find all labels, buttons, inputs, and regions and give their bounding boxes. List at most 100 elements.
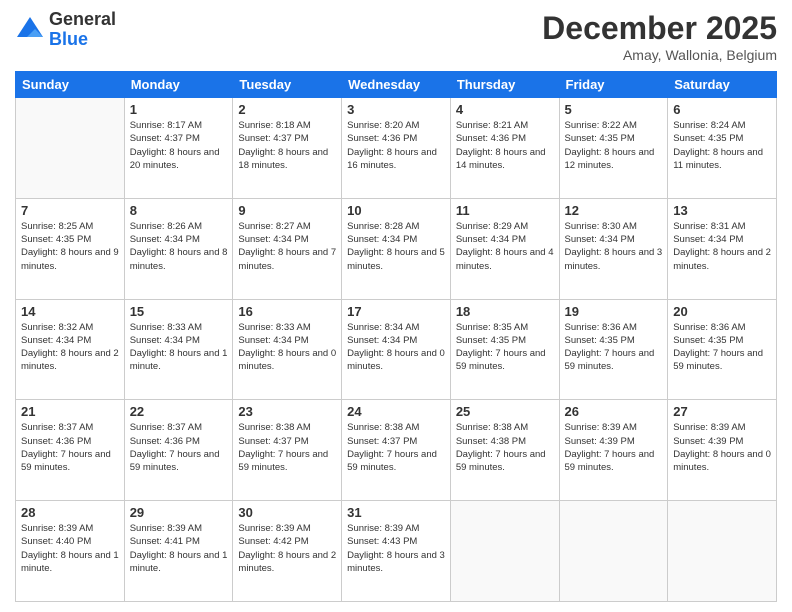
col-tuesday: Tuesday bbox=[233, 72, 342, 98]
day-cell bbox=[559, 501, 668, 602]
month-title: December 2025 bbox=[542, 10, 777, 47]
header: General Blue December 2025 Amay, Walloni… bbox=[15, 10, 777, 63]
day-cell: 14Sunrise: 8:32 AMSunset: 4:34 PMDayligh… bbox=[16, 299, 125, 400]
day-number: 25 bbox=[456, 404, 554, 419]
day-info: Sunrise: 8:36 AMSunset: 4:35 PMDaylight:… bbox=[673, 321, 771, 374]
day-number: 7 bbox=[21, 203, 119, 218]
day-number: 5 bbox=[565, 102, 663, 117]
day-info: Sunrise: 8:38 AMSunset: 4:38 PMDaylight:… bbox=[456, 421, 554, 474]
day-cell: 15 Sunrise: 8:33 AMSunset: 4:34 PMDayligh… bbox=[124, 299, 233, 400]
day-cell: 16 Sunrise: 8:33 AMSunset: 4:34 PMDayligh… bbox=[233, 299, 342, 400]
day-info: Sunrise: 8:35 AMSunset: 4:35 PMDaylight:… bbox=[456, 321, 554, 374]
day-cell: 28 Sunrise: 8:39 AMSunset: 4:40 PMDayligh… bbox=[16, 501, 125, 602]
day-number: 27 bbox=[673, 404, 771, 419]
day-number: 11 bbox=[456, 203, 554, 218]
day-info: Sunrise: 8:36 AMSunset: 4:35 PMDaylight:… bbox=[565, 321, 663, 374]
day-info: Sunrise: 8:39 AMSunset: 4:40 PMDaylight:… bbox=[21, 522, 119, 575]
day-number: 20 bbox=[673, 304, 771, 319]
day-number: 16 bbox=[238, 304, 336, 319]
col-saturday: Saturday bbox=[668, 72, 777, 98]
day-info: Sunrise: 8:39 AMSunset: 4:43 PMDaylight:… bbox=[347, 522, 445, 575]
day-number: 22 bbox=[130, 404, 228, 419]
col-friday: Friday bbox=[559, 72, 668, 98]
day-info: Sunrise: 8:26 AMSunset: 4:34 PMDaylight:… bbox=[130, 220, 228, 273]
day-info: Sunrise: 8:31 AMSunset: 4:34 PMDaylight:… bbox=[673, 220, 771, 273]
day-number: 17 bbox=[347, 304, 445, 319]
day-cell: 19 Sunrise: 8:36 AMSunset: 4:35 PMDayligh… bbox=[559, 299, 668, 400]
day-number: 14 bbox=[21, 304, 119, 319]
day-info: Sunrise: 8:39 AMSunset: 4:41 PMDaylight:… bbox=[130, 522, 228, 575]
week-row-0: 1Sunrise: 8:17 AMSunset: 4:37 PMDaylight… bbox=[16, 98, 777, 199]
day-number: 23 bbox=[238, 404, 336, 419]
day-info: Sunrise: 8:34 AMSunset: 4:34 PMDaylight:… bbox=[347, 321, 445, 374]
day-info: Sunrise: 8:27 AMSunset: 4:34 PMDaylight:… bbox=[238, 220, 336, 273]
day-info: Sunrise: 8:28 AMSunset: 4:34 PMDaylight:… bbox=[347, 220, 445, 273]
logo-text: General Blue bbox=[49, 10, 116, 50]
day-cell: 4Sunrise: 8:21 AMSunset: 4:36 PMDaylight… bbox=[450, 98, 559, 199]
day-cell: 24 Sunrise: 8:38 AMSunset: 4:37 PMDayligh… bbox=[342, 400, 451, 501]
day-number: 24 bbox=[347, 404, 445, 419]
day-number: 18 bbox=[456, 304, 554, 319]
title-block: December 2025 Amay, Wallonia, Belgium bbox=[542, 10, 777, 63]
day-cell: 9Sunrise: 8:27 AMSunset: 4:34 PMDaylight… bbox=[233, 198, 342, 299]
day-cell: 21Sunrise: 8:37 AMSunset: 4:36 PMDayligh… bbox=[16, 400, 125, 501]
logo-icon bbox=[15, 15, 45, 45]
page-container: General Blue December 2025 Amay, Walloni… bbox=[0, 0, 792, 612]
day-cell: 18 Sunrise: 8:35 AMSunset: 4:35 PMDayligh… bbox=[450, 299, 559, 400]
col-wednesday: Wednesday bbox=[342, 72, 451, 98]
day-number: 28 bbox=[21, 505, 119, 520]
day-number: 3 bbox=[347, 102, 445, 117]
day-number: 21 bbox=[21, 404, 119, 419]
day-cell: 13Sunrise: 8:31 AMSunset: 4:34 PMDayligh… bbox=[668, 198, 777, 299]
day-cell: 25 Sunrise: 8:38 AMSunset: 4:38 PMDayligh… bbox=[450, 400, 559, 501]
day-cell: 1Sunrise: 8:17 AMSunset: 4:37 PMDaylight… bbox=[124, 98, 233, 199]
header-row: Sunday Monday Tuesday Wednesday Thursday… bbox=[16, 72, 777, 98]
day-info: Sunrise: 8:20 AMSunset: 4:36 PMDaylight:… bbox=[347, 119, 445, 172]
calendar-table: Sunday Monday Tuesday Wednesday Thursday… bbox=[15, 71, 777, 602]
week-row-1: 7 Sunrise: 8:25 AMSunset: 4:35 PMDaylight… bbox=[16, 198, 777, 299]
day-cell: 29 Sunrise: 8:39 AMSunset: 4:41 PMDayligh… bbox=[124, 501, 233, 602]
week-row-3: 21 Sunrise: 8:37 AMSunset: 4:36 PMDayligh… bbox=[16, 400, 777, 501]
day-info: Sunrise: 8:25 AMSunset: 4:35 PMDaylight:… bbox=[21, 220, 119, 273]
day-number: 19 bbox=[565, 304, 663, 319]
day-number: 31 bbox=[347, 505, 445, 520]
day-cell: 26 Sunrise: 8:39 AMSunset: 4:39 PMDayligh… bbox=[559, 400, 668, 501]
day-cell: 8Sunrise: 8:26 AMSunset: 4:34 PMDaylight… bbox=[124, 198, 233, 299]
week-row-2: 14Sunrise: 8:32 AMSunset: 4:34 PMDayligh… bbox=[16, 299, 777, 400]
logo-general: General bbox=[49, 10, 116, 30]
day-number: 15 bbox=[130, 304, 228, 319]
day-cell: 27 Sunrise: 8:39 AMSunset: 4:39 PMDayligh… bbox=[668, 400, 777, 501]
day-number: 26 bbox=[565, 404, 663, 419]
day-cell: 7 Sunrise: 8:25 AMSunset: 4:35 PMDaylight… bbox=[16, 198, 125, 299]
day-cell: 3 Sunrise: 8:20 AMSunset: 4:36 PMDaylight… bbox=[342, 98, 451, 199]
col-monday: Monday bbox=[124, 72, 233, 98]
day-number: 29 bbox=[130, 505, 228, 520]
day-info: Sunrise: 8:18 AMSunset: 4:37 PMDaylight:… bbox=[238, 119, 336, 172]
day-cell: 23 Sunrise: 8:38 AMSunset: 4:37 PMDayligh… bbox=[233, 400, 342, 501]
day-number: 2 bbox=[238, 102, 336, 117]
day-number: 12 bbox=[565, 203, 663, 218]
day-info: Sunrise: 8:37 AMSunset: 4:36 PMDaylight:… bbox=[130, 421, 228, 474]
day-cell: 17 Sunrise: 8:34 AMSunset: 4:34 PMDayligh… bbox=[342, 299, 451, 400]
day-cell: 11Sunrise: 8:29 AMSunset: 4:34 PMDayligh… bbox=[450, 198, 559, 299]
week-row-4: 28 Sunrise: 8:39 AMSunset: 4:40 PMDayligh… bbox=[16, 501, 777, 602]
location: Amay, Wallonia, Belgium bbox=[542, 47, 777, 63]
day-cell bbox=[16, 98, 125, 199]
col-thursday: Thursday bbox=[450, 72, 559, 98]
day-info: Sunrise: 8:33 AMSunset: 4:34 PMDaylight:… bbox=[238, 321, 336, 374]
day-cell: 5Sunrise: 8:22 AMSunset: 4:35 PMDaylight… bbox=[559, 98, 668, 199]
day-cell: 2 Sunrise: 8:18 AMSunset: 4:37 PMDaylight… bbox=[233, 98, 342, 199]
day-number: 10 bbox=[347, 203, 445, 218]
day-info: Sunrise: 8:39 AMSunset: 4:39 PMDaylight:… bbox=[565, 421, 663, 474]
day-cell bbox=[450, 501, 559, 602]
day-info: Sunrise: 8:33 AMSunset: 4:34 PMDaylight:… bbox=[130, 321, 228, 374]
day-info: Sunrise: 8:30 AMSunset: 4:34 PMDaylight:… bbox=[565, 220, 663, 273]
day-number: 6 bbox=[673, 102, 771, 117]
day-info: Sunrise: 8:24 AMSunset: 4:35 PMDaylight:… bbox=[673, 119, 771, 172]
day-info: Sunrise: 8:39 AMSunset: 4:39 PMDaylight:… bbox=[673, 421, 771, 474]
day-cell: 30Sunrise: 8:39 AMSunset: 4:42 PMDayligh… bbox=[233, 501, 342, 602]
day-info: Sunrise: 8:38 AMSunset: 4:37 PMDaylight:… bbox=[347, 421, 445, 474]
logo: General Blue bbox=[15, 10, 116, 50]
col-sunday: Sunday bbox=[16, 72, 125, 98]
day-info: Sunrise: 8:38 AMSunset: 4:37 PMDaylight:… bbox=[238, 421, 336, 474]
